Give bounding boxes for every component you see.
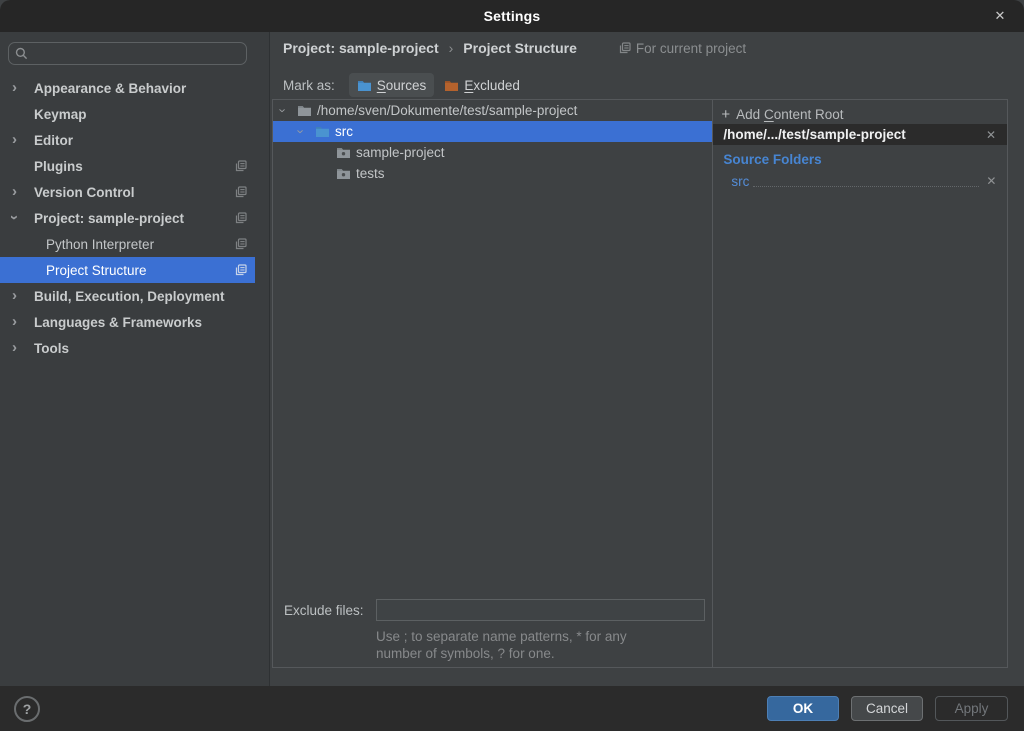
project-structure-panel: › /home/sven/Dokumente/test/sample-proje… xyxy=(272,99,1008,668)
per-project-icon xyxy=(235,160,247,172)
question-mark-icon: ? xyxy=(23,701,32,717)
mark-sources-button[interactable]: Sources xyxy=(349,73,435,97)
content-roots-panel: + Add Content Root /home/.../test/sample… xyxy=(712,100,1007,667)
chevron-down-icon[interactable]: › xyxy=(281,104,295,117)
exclude-files-label: Exclude files: xyxy=(273,603,376,618)
sidebar-item-editor[interactable]: › Editor xyxy=(0,127,255,153)
chevron-right-icon[interactable]: › xyxy=(12,289,34,304)
excluded-folder-icon xyxy=(444,79,459,92)
chevron-right-icon[interactable]: › xyxy=(12,133,34,148)
sidebar-item-plugins[interactable]: › Plugins xyxy=(0,153,255,179)
exclude-files-input[interactable] xyxy=(376,599,705,621)
tree-row-src[interactable]: › src xyxy=(273,121,712,142)
dialog-footer: ? OK Cancel Apply xyxy=(0,686,1024,731)
apply-button[interactable]: Apply xyxy=(935,696,1008,721)
breadcrumb-page: Project Structure xyxy=(463,40,577,56)
cancel-button[interactable]: Cancel xyxy=(851,696,923,721)
add-content-root-button[interactable]: + Add Content Root xyxy=(721,104,843,124)
chevron-right-icon[interactable]: › xyxy=(12,315,34,330)
content-root-row[interactable]: /home/.../test/sample-project ✕ xyxy=(713,124,1007,145)
sidebar-item-project-structure[interactable]: › Project Structure xyxy=(0,257,255,283)
sidebar-item-build-execution-deployment[interactable]: › Build, Execution, Deployment xyxy=(0,283,255,309)
sidebar-item-tools[interactable]: › Tools xyxy=(0,335,255,361)
source-folders-heading: Source Folders xyxy=(723,152,821,167)
settings-sidebar: › Appearance & Behavior › Keymap › Edito… xyxy=(0,32,270,686)
exclude-files-help: Use ; to separate name patterns, * for a… xyxy=(376,628,712,662)
source-folder-icon xyxy=(357,79,372,92)
per-project-icon xyxy=(235,238,247,250)
per-project-icon xyxy=(619,42,631,54)
sidebar-item-appearance-behavior[interactable]: › Appearance & Behavior xyxy=(0,75,255,101)
content-root-tree: › /home/sven/Dokumente/test/sample-proje… xyxy=(273,100,712,667)
search-field[interactable] xyxy=(8,42,247,65)
tree-row-tests[interactable]: tests xyxy=(273,163,712,184)
close-icon[interactable]: ✕ xyxy=(986,0,1014,32)
package-folder-icon xyxy=(336,146,351,159)
dialog-title: Settings xyxy=(484,8,541,24)
title-bar: Settings ✕ xyxy=(0,0,1024,32)
folder-icon xyxy=(297,104,312,117)
breadcrumb-separator-icon: › xyxy=(449,40,454,56)
main-content: Project: sample-project › Project Struct… xyxy=(271,32,1024,686)
settings-category-list: › Appearance & Behavior › Keymap › Edito… xyxy=(0,75,255,361)
dotted-leader xyxy=(753,175,979,187)
source-folder-icon xyxy=(315,125,330,138)
chevron-right-icon[interactable]: › xyxy=(12,81,34,96)
remove-content-root-icon[interactable]: ✕ xyxy=(983,128,999,142)
help-button[interactable]: ? xyxy=(14,696,40,722)
tree-row-root[interactable]: › /home/sven/Dokumente/test/sample-proje… xyxy=(273,100,712,121)
breadcrumb-project: Project: sample-project xyxy=(283,40,439,56)
search-icon xyxy=(15,47,28,60)
sidebar-item-python-interpreter[interactable]: › Python Interpreter xyxy=(0,231,255,257)
breadcrumb: Project: sample-project › Project Struct… xyxy=(283,40,746,56)
sidebar-item-languages-frameworks[interactable]: › Languages & Frameworks xyxy=(0,309,255,335)
mark-excluded-button[interactable]: Excluded xyxy=(436,73,528,97)
chevron-right-icon[interactable]: › xyxy=(12,341,34,356)
mark-as-label: Mark as: xyxy=(283,78,335,93)
tree-row-sample-project[interactable]: sample-project xyxy=(273,142,712,163)
chevron-down-icon[interactable]: › xyxy=(299,125,313,138)
sidebar-item-keymap[interactable]: › Keymap xyxy=(0,101,255,127)
plus-icon: + xyxy=(721,107,730,122)
source-folder-row[interactable]: src ✕ xyxy=(731,171,999,191)
sidebar-item-version-control[interactable]: › Version Control xyxy=(0,179,255,205)
per-project-icon xyxy=(235,264,247,276)
scope-note: For current project xyxy=(619,41,746,56)
remove-source-folder-icon[interactable]: ✕ xyxy=(983,174,999,188)
per-project-icon xyxy=(235,212,247,224)
mark-as-toolbar: Mark as: Sources Excluded xyxy=(283,73,528,97)
sidebar-item-project-sample-project[interactable]: › Project: sample-project xyxy=(0,205,255,231)
per-project-icon xyxy=(235,186,247,198)
exclude-files-section: Exclude files: Use ; to separate name pa… xyxy=(273,599,712,662)
source-folder-name: src xyxy=(731,174,749,189)
search-input[interactable] xyxy=(34,46,240,61)
settings-dialog: Settings ✕ › Appearance & Behavior › Key… xyxy=(0,0,1024,731)
chevron-right-icon[interactable]: › xyxy=(12,185,34,200)
package-folder-icon xyxy=(336,167,351,180)
chevron-down-icon[interactable]: › xyxy=(12,211,34,226)
ok-button[interactable]: OK xyxy=(767,696,839,721)
content-root-path: /home/.../test/sample-project xyxy=(723,127,983,142)
